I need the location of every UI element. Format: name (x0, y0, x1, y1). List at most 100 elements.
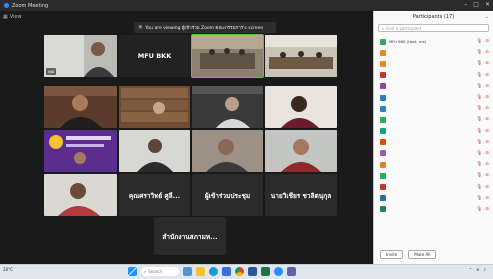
video-tile[interactable] (192, 86, 263, 128)
chevron-up-icon[interactable]: ⌃ (469, 267, 472, 272)
chrome-icon[interactable] (235, 267, 244, 276)
participant-row[interactable]: 🎙 ⊘ (374, 47, 493, 58)
minimize-button[interactable]: – (464, 1, 467, 8)
video-tile[interactable] (192, 130, 263, 172)
avatar (380, 38, 386, 45)
camera-off-icon[interactable]: ⊘ (485, 50, 489, 55)
video-tile[interactable]: คุณ (44, 35, 117, 77)
mute-all-button[interactable]: Mute All (408, 250, 437, 259)
tile-name-placeholder: นายวิเชียร ชวลิตนุกุล (270, 191, 332, 200)
avatar (380, 161, 386, 168)
tile-name-placeholder: MFU BKK (137, 51, 172, 60)
microphone-muted-icon[interactable]: 🎙 (477, 73, 483, 78)
microphone-muted-icon[interactable]: 🎙 (477, 196, 483, 201)
camera-off-icon[interactable]: ⊘ (485, 196, 489, 201)
edge-icon[interactable] (209, 267, 218, 276)
participant-row[interactable]: 🎙 ⊘ (374, 170, 493, 181)
store-icon[interactable] (222, 267, 231, 276)
video-tile[interactable] (44, 174, 117, 216)
video-tile[interactable]: คุณศราวิทย์ ศูลี... (119, 174, 190, 216)
camera-off-icon[interactable]: ⊘ (485, 207, 489, 212)
camera-off-icon[interactable]: ⊘ (485, 106, 489, 111)
participant-row[interactable]: 🎙 ⊘ (374, 58, 493, 69)
close-button[interactable]: ✕ (485, 1, 490, 8)
wifi-icon[interactable]: ≋ (476, 267, 479, 272)
participant-row[interactable]: 🎙 ⊘ (374, 204, 493, 215)
participant-status: 🎙 ⊘ (477, 39, 490, 44)
video-tile[interactable]: สำนักงานสภามห... (154, 217, 226, 255)
windows-start-icon[interactable] (128, 267, 137, 276)
view-toggle[interactable]: ▦ View (3, 14, 22, 20)
camera-off-icon[interactable]: ⊘ (485, 73, 489, 78)
microphone-muted-icon[interactable]: 🎙 (477, 140, 483, 145)
teams-icon[interactable] (287, 267, 296, 276)
participant-row[interactable]: 🎙 ⊘ (374, 148, 493, 159)
participant-row[interactable]: 🎙 ⊘ (374, 137, 493, 148)
camera-off-icon[interactable]: ⊘ (485, 173, 489, 178)
invite-button[interactable]: Invite (380, 250, 404, 259)
maximize-button[interactable]: □ (473, 1, 479, 8)
camera-off-icon[interactable]: ⊘ (485, 162, 489, 167)
video-tile[interactable] (119, 86, 190, 128)
participant-row[interactable]: 🎙 ⊘ (374, 193, 493, 204)
camera-off-icon[interactable]: ⊘ (485, 151, 489, 156)
weather-temp: 28°C (3, 267, 13, 272)
video-tile[interactable] (265, 130, 337, 172)
zoom-app-icon[interactable] (274, 267, 283, 276)
collapse-icon[interactable]: ⌄ (485, 14, 489, 20)
avatar (380, 150, 386, 157)
participant-search-input[interactable]: ⌕ Find a participant (378, 24, 489, 32)
participant-row[interactable]: 🎙 ⊘ (374, 103, 493, 114)
microphone-muted-icon[interactable]: 🎙 (477, 173, 483, 178)
camera-off-icon[interactable]: ⊘ (485, 129, 489, 134)
video-tile-active-speaker[interactable] (191, 34, 264, 78)
video-tile[interactable]: ผู้เข้าร่วมประชุม (192, 174, 263, 216)
participant-row[interactable]: 🎙 ⊘ (374, 126, 493, 137)
microphone-muted-icon[interactable]: 🎙 (477, 151, 483, 156)
microphone-muted-icon[interactable]: 🎙 (477, 117, 483, 122)
video-tile[interactable] (265, 86, 337, 128)
participant-row[interactable]: 🎙 ⊘ (374, 81, 493, 92)
participant-row[interactable]: MFU BKK (Host, me) 🎙 ⊘ (374, 36, 493, 47)
video-tile[interactable] (119, 130, 190, 172)
participant-row[interactable]: 🎙 ⊘ (374, 181, 493, 192)
avatar (380, 72, 386, 79)
microphone-muted-icon[interactable]: 🎙 (477, 162, 483, 167)
microphone-icon[interactable]: 🎙 (477, 39, 483, 44)
taskbar-search-label: Search (148, 269, 162, 274)
microphone-muted-icon[interactable]: 🎙 (477, 207, 483, 212)
microphone-muted-icon[interactable]: 🎙 (477, 129, 483, 134)
microphone-muted-icon[interactable]: 🎙 (477, 84, 483, 89)
video-tile[interactable]: นายวิเชียร ชวลิตนุกุล (265, 174, 337, 216)
video-tile[interactable] (44, 130, 117, 172)
video-tile[interactable] (44, 86, 117, 128)
participant-row[interactable]: 🎙 ⊘ (374, 114, 493, 125)
camera-off-icon[interactable]: ⊘ (485, 185, 489, 190)
microphone-muted-icon[interactable]: 🎙 (477, 95, 483, 100)
taskbar-search[interactable]: ⌕ Search (141, 267, 179, 276)
video-tile[interactable]: MFU BKK (119, 35, 190, 77)
video-tile[interactable] (265, 35, 337, 77)
speaker-icon[interactable]: ♪ (483, 267, 486, 272)
participant-status: 🎙 ⊘ (477, 106, 490, 111)
word-icon[interactable] (248, 267, 257, 276)
participant-row[interactable]: 🎙 ⊘ (374, 92, 493, 103)
participant-status: 🎙 ⊘ (477, 185, 490, 190)
camera-off-icon[interactable]: ⊘ (485, 95, 489, 100)
participant-video (192, 130, 263, 172)
camera-off-icon[interactable]: ⊘ (485, 61, 489, 66)
weather-widget[interactable]: 28°C (3, 267, 13, 272)
microphone-icon[interactable]: 🎙 (477, 61, 483, 66)
file-explorer-icon[interactable] (196, 267, 205, 276)
participant-row[interactable]: 🎙 ⊘ (374, 159, 493, 170)
camera-off-icon[interactable]: ⊘ (485, 140, 489, 145)
microphone-muted-icon[interactable]: 🎙 (477, 185, 483, 190)
camera-off-icon[interactable]: ⊘ (485, 84, 489, 89)
excel-icon[interactable] (261, 267, 270, 276)
participant-row[interactable]: 🎙 ⊘ (374, 70, 493, 81)
microphone-muted-icon[interactable]: 🎙 (477, 50, 483, 55)
camera-off-icon[interactable]: ⊘ (485, 117, 489, 122)
camera-off-icon[interactable]: ⊘ (485, 39, 489, 44)
microphone-muted-icon[interactable]: 🎙 (477, 106, 483, 111)
widgets-icon[interactable] (183, 267, 192, 276)
